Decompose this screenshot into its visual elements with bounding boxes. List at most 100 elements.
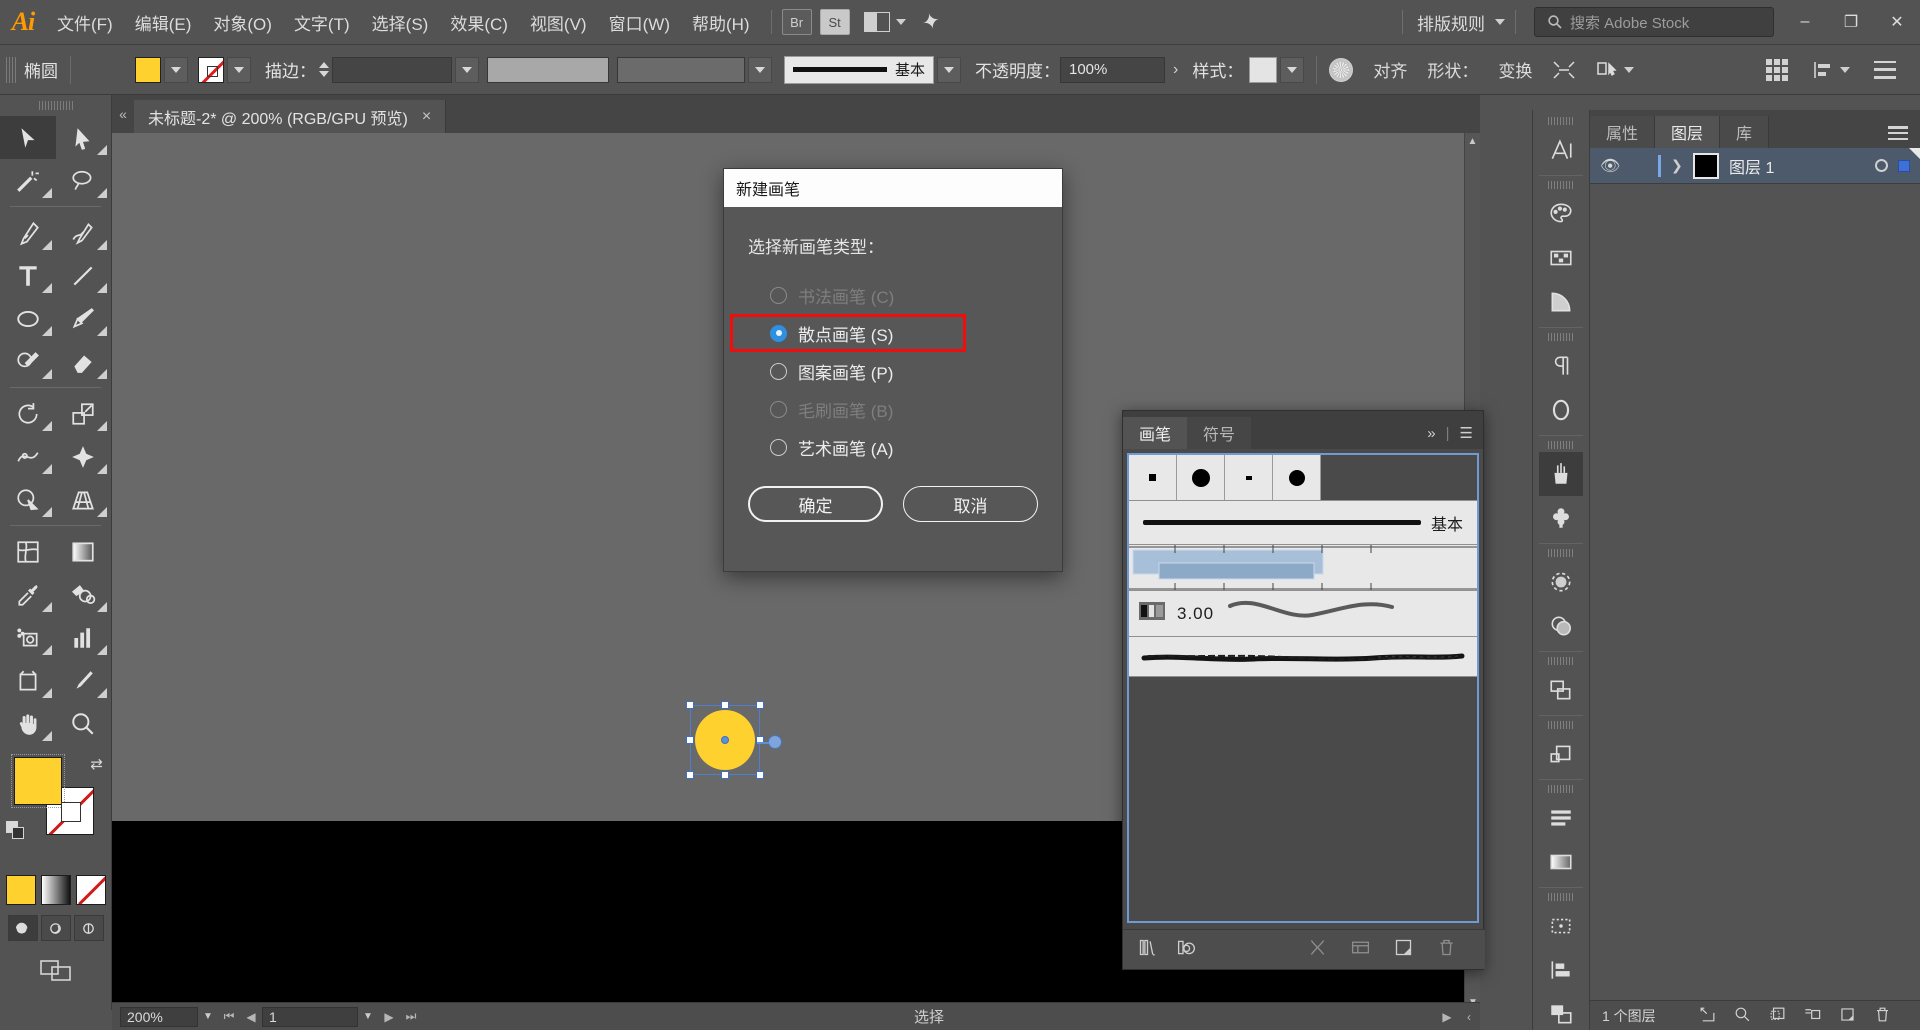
artboard-tool[interactable] [0,659,56,702]
basic-brush-row[interactable]: 基本 [1129,501,1477,545]
control-bar-menu-button[interactable] [1864,55,1906,85]
stroke-weight-field[interactable] [332,56,452,83]
radio-button-icon[interactable] [770,362,787,380]
handle-top-center[interactable] [721,701,729,709]
screen-mode-button[interactable] [0,957,111,983]
stroke-weight-dropdown-arrow[interactable] [455,56,479,83]
make-clipping-mask-button[interactable] [1768,1005,1787,1027]
delete-layer-button[interactable] [1873,1005,1892,1027]
radio-button-icon[interactable] [770,438,787,456]
stroke-color-swatch[interactable] [198,56,224,83]
brushes-panel-menu-icon[interactable]: ☰ [1460,424,1473,442]
status-expand-arrow[interactable]: ▶ [1436,1006,1458,1028]
dock-grip-3[interactable] [1548,333,1574,341]
stroke-profile-field[interactable] [487,56,609,83]
perspective-grid-tool[interactable] [56,478,112,521]
pathfinder-panel-icon[interactable] [1539,668,1583,712]
tab-properties[interactable]: 属性 [1590,116,1656,148]
menu-effect[interactable]: 效果(C) [439,0,519,45]
collapse-panels-left-icon[interactable]: « [112,95,134,133]
new-brush-dialog[interactable]: 新建画笔 选择新画笔类型： 书法画笔 (C) 散点画笔 (S) 图案画笔 (P)… [723,168,1063,572]
menu-select[interactable]: 选择(S) [361,0,440,45]
dock-grip-9[interactable] [1548,893,1574,901]
radio-button-selected-icon[interactable] [770,324,787,342]
shape-builder-tool[interactable] [0,478,56,521]
shaper-tool[interactable] [0,340,56,383]
symbols-panel-icon[interactable] [1539,496,1583,540]
handle-bottom-left[interactable] [686,771,694,779]
opacity-field[interactable]: 100% [1060,56,1165,83]
menu-window[interactable]: 窗口(W) [598,0,681,45]
draw-inside-button[interactable] [73,915,104,941]
remove-brush-stroke-button[interactable] [1307,937,1328,963]
layer-selected-indicator[interactable] [1898,159,1910,172]
radio-scatter-brush[interactable]: 散点画笔 (S) [730,314,1038,352]
live-shape-widget[interactable] [757,735,782,749]
shape-label[interactable]: 形状： [1417,55,1488,85]
last-artboard-button[interactable]: ⏭ [400,1006,422,1028]
make-sublayer-button[interactable] [1803,1005,1822,1027]
scale-tool[interactable] [56,392,112,435]
document-tab[interactable]: 未标题-2* @ 200% (RGB/GPU 预览) × [134,100,447,133]
menu-help[interactable]: 帮助(H) [681,0,761,45]
line-segment-tool[interactable] [56,254,112,297]
draw-normal-button[interactable] [7,915,38,941]
align-panel-icon[interactable] [1802,55,1860,85]
recolor-artwork-icon[interactable] [1329,57,1354,82]
brush-libraries-menu-button[interactable] [1137,937,1158,963]
arrange-documents-button[interactable] [858,12,912,32]
handle-bottom-right[interactable] [756,771,764,779]
isolate-selected-object-icon[interactable] [1542,55,1586,85]
dock-grip-5[interactable] [1548,549,1574,557]
brushes-panel-icon[interactable] [1539,452,1583,496]
handle-bottom-center[interactable] [721,771,729,779]
layer-row[interactable]: 👁 ❯ 图层 1 [1590,148,1920,184]
variable-width-dropdown-arrow[interactable] [748,56,772,83]
dock-grip-8[interactable] [1548,785,1574,793]
zoom-dropdown-arrow[interactable]: ▼ [198,1007,218,1027]
brushes-collapse-icon[interactable]: » [1427,425,1435,442]
handle-top-right[interactable] [756,701,764,709]
layer-visibility-eye-icon[interactable]: 👁 [1600,156,1620,176]
previous-artboard-button[interactable]: ◀ [240,1006,262,1028]
handle-middle-left[interactable] [686,736,694,744]
blend-tool[interactable] [56,573,112,616]
dock-grip-6[interactable] [1548,657,1574,665]
bridge-icon[interactable]: Br [781,9,812,35]
right-panel-menu-button[interactable] [1876,126,1920,148]
selection-tool[interactable] [0,116,56,159]
menu-view[interactable]: 视图(V) [519,0,598,45]
tab-layers[interactable]: 图层 [1655,116,1721,148]
dock-grip-1[interactable] [1548,117,1574,125]
new-layer-button[interactable] [1838,1005,1857,1027]
stroke-panel-icon[interactable] [1539,560,1583,604]
brush-item-dot-large[interactable] [1177,455,1225,500]
free-transform-tool[interactable] [56,435,112,478]
workspace-chevron-down-icon[interactable] [1495,19,1505,25]
tab-symbols[interactable]: 符号 [1187,417,1252,449]
direct-selection-tool[interactable] [56,116,112,159]
slice-tool[interactable] [56,659,112,702]
swap-fill-stroke-icon[interactable]: ⇄ [90,755,103,773]
layer-name[interactable]: 图层 1 [1729,154,1774,178]
stock-icon[interactable]: St [819,9,850,35]
status-options-arrow[interactable]: ‹ [1458,1006,1480,1028]
curvature-tool[interactable] [56,211,112,254]
character-panel-icon[interactable] [1539,128,1583,172]
gradient-panel-icon[interactable] [1539,280,1583,324]
graphic-style-swatch[interactable] [1249,56,1278,83]
attributes-panel-icon[interactable] [1539,904,1583,948]
rotate-tool[interactable] [0,392,56,435]
stroke-weight-stepper[interactable] [316,57,332,83]
libraries-panel-button[interactable] [1176,937,1197,963]
color-mode-button[interactable] [5,875,36,905]
locate-object-button[interactable] [1733,1005,1752,1027]
transform-button[interactable]: 变换 [1488,55,1542,85]
bristle-brush-row[interactable] [1129,637,1477,677]
properties-grid-icon[interactable] [1756,55,1798,85]
magic-wand-tool[interactable] [0,159,56,202]
type-tool[interactable] [0,254,56,297]
dock-grip-2[interactable] [1548,181,1574,189]
none-mode-button[interactable] [75,875,106,905]
cancel-button[interactable]: 取消 [903,486,1038,522]
